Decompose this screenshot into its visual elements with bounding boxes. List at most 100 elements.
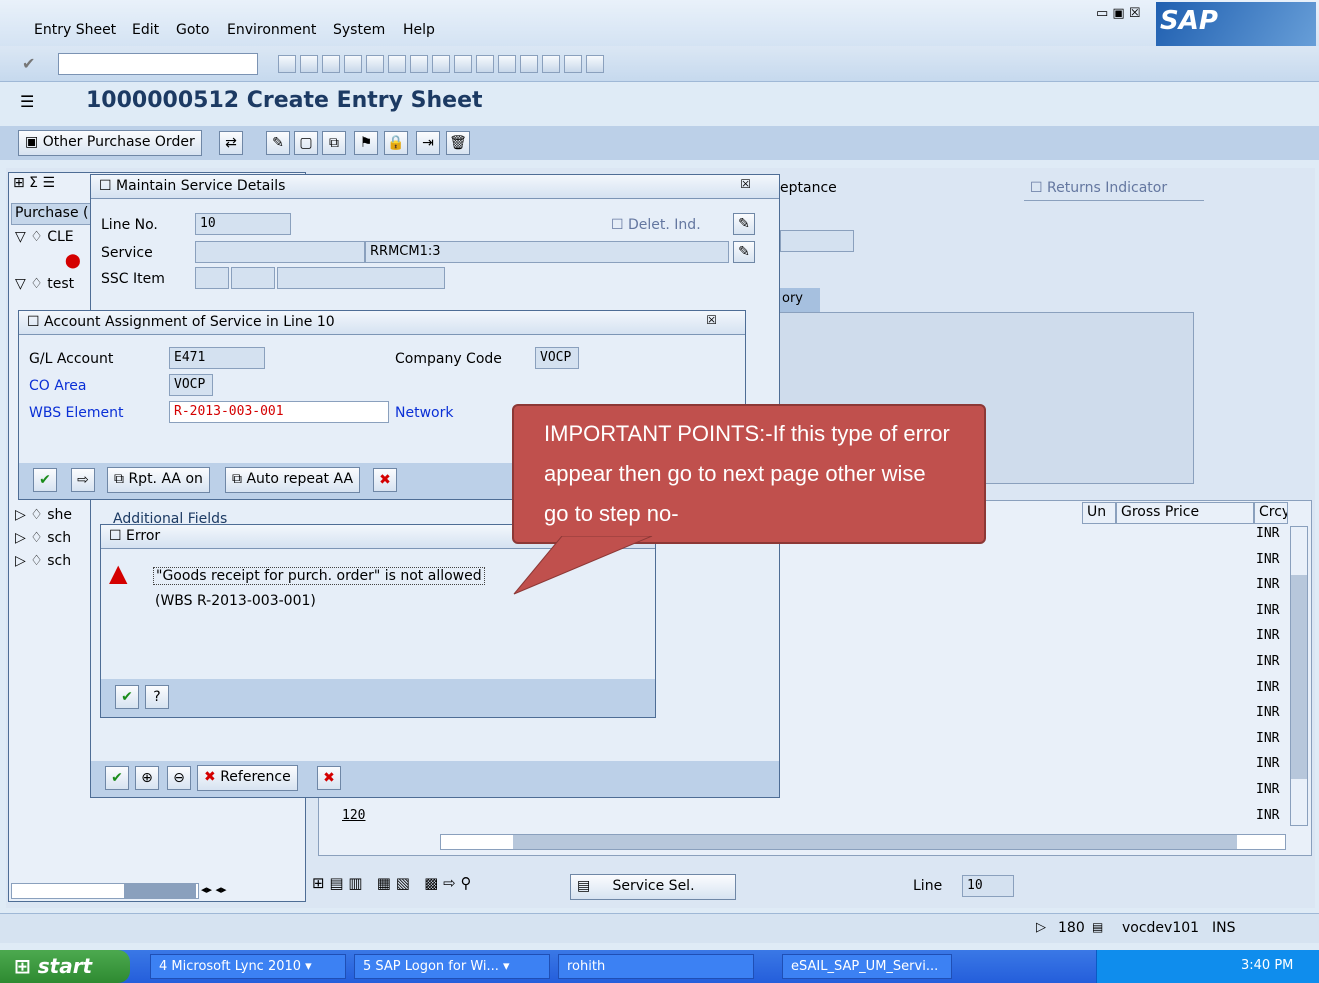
tab-history[interactable]: ory bbox=[776, 288, 820, 312]
crcy-cell: INR bbox=[1256, 602, 1280, 618]
gl-account-field[interactable]: E471 bbox=[169, 347, 265, 369]
menu-entry-sheet[interactable]: Entry Sheet bbox=[34, 22, 116, 38]
confirm-icon[interactable]: ✔ bbox=[105, 766, 129, 790]
back-icon[interactable] bbox=[300, 55, 318, 73]
bg-field[interactable] bbox=[780, 230, 854, 252]
edit-service-icon[interactable]: ✎ bbox=[733, 241, 755, 263]
close-icon[interactable]: ☒ bbox=[740, 177, 751, 191]
task-sap-logon[interactable]: 5 SAP Logon for Wi... ▾ bbox=[354, 954, 550, 979]
find-next-icon[interactable] bbox=[410, 55, 428, 73]
first-page-icon[interactable] bbox=[432, 55, 450, 73]
print-icon[interactable] bbox=[366, 55, 384, 73]
service-sel-label: Service Sel. bbox=[612, 878, 695, 894]
network-label[interactable]: Network bbox=[395, 405, 453, 421]
copy-icon[interactable]: ⧉ bbox=[322, 131, 346, 155]
company-code-label: Company Code bbox=[395, 351, 502, 367]
purchase-column-header: Purchase ( bbox=[11, 203, 97, 225]
prev-page-icon[interactable] bbox=[454, 55, 472, 73]
service-value-field[interactable]: RRMCM1:3 bbox=[365, 241, 729, 263]
confirm-icon[interactable]: ✔ bbox=[115, 685, 139, 709]
company-code-field[interactable]: VOCP bbox=[535, 347, 579, 369]
next-page-icon[interactable] bbox=[476, 55, 494, 73]
menu-help[interactable]: Help bbox=[403, 22, 435, 38]
cancel-icon[interactable]: ✖ bbox=[317, 766, 341, 790]
wbs-element-label[interactable]: WBS Element bbox=[29, 405, 124, 421]
cancel-icon[interactable] bbox=[344, 55, 362, 73]
exit-icon[interactable] bbox=[322, 55, 340, 73]
grid-hscrollbar[interactable] bbox=[440, 834, 1286, 850]
shortcut-icon[interactable] bbox=[542, 55, 560, 73]
line-field[interactable]: 10 bbox=[962, 875, 1014, 897]
error-dialog-title: Error bbox=[126, 528, 161, 544]
edit-text-icon[interactable]: ✎ bbox=[733, 213, 755, 235]
next-icon[interactable]: ⇨ bbox=[71, 468, 95, 492]
service-field[interactable] bbox=[195, 241, 365, 263]
task-esail[interactable]: eSAIL_SAP_UM_Servi... bbox=[782, 954, 952, 979]
tree-node-sch-1[interactable]: ▷ ♢ sch bbox=[15, 530, 71, 546]
flag-icon[interactable]: ⚑ bbox=[354, 131, 378, 155]
tree-node-she[interactable]: ▷ ♢ she bbox=[15, 507, 72, 523]
delet-ind-checkbox[interactable]: ☐ Delet. Ind. bbox=[611, 217, 701, 233]
new-session-icon[interactable] bbox=[520, 55, 538, 73]
ssc-field-2[interactable] bbox=[231, 267, 275, 289]
crcy-cell: INR bbox=[1256, 526, 1280, 541]
grid-vscrollbar[interactable] bbox=[1290, 526, 1308, 826]
auto-repeat-button[interactable]: ⧉ Auto repeat AA bbox=[225, 467, 361, 493]
command-field[interactable] bbox=[58, 53, 258, 75]
line-no-label: Line No. bbox=[101, 217, 158, 233]
status-mode: INS bbox=[1212, 920, 1236, 936]
tree-scroll-arrows[interactable]: ◂▸ ◂▸ bbox=[201, 883, 227, 896]
tree-toolbar-icons[interactable]: ⊞ Σ ☰ bbox=[13, 175, 55, 191]
save-icon[interactable] bbox=[278, 55, 296, 73]
menu-edit[interactable]: Edit bbox=[132, 22, 159, 38]
confirm-icon[interactable]: ✔ bbox=[33, 468, 57, 492]
rpt-aa-button[interactable]: ⧉ Rpt. AA on bbox=[107, 467, 210, 493]
tree-hscrollbar[interactable] bbox=[11, 883, 199, 899]
task-lync[interactable]: 4 Microsoft Lync 2010 ▾ bbox=[150, 954, 346, 979]
ssc-field-1[interactable] bbox=[195, 267, 229, 289]
tree-node-sch-2[interactable]: ▷ ♢ sch bbox=[15, 553, 71, 569]
status-number: 180 bbox=[1058, 920, 1085, 936]
error-status-icon: ⬤ bbox=[65, 253, 81, 269]
help-icon[interactable]: ? bbox=[145, 685, 169, 709]
grid-toolbar-icons[interactable]: ⊞ ▤ ▥ ▦ ▧ ▩ ⇨ ⚲ bbox=[312, 874, 471, 892]
menu-goto[interactable]: Goto bbox=[176, 22, 209, 38]
last-page-icon[interactable] bbox=[498, 55, 516, 73]
ssc-field-3[interactable] bbox=[277, 267, 445, 289]
wbs-element-field[interactable]: R-2013-003-001 bbox=[169, 401, 389, 423]
task-rohith[interactable]: rohith bbox=[558, 954, 754, 979]
lock-icon[interactable]: 🔒 bbox=[384, 131, 408, 155]
toggle-icon[interactable]: ⇄ bbox=[219, 131, 243, 155]
window-controls-icon[interactable]: ▭ ▣ ☒ bbox=[1096, 6, 1140, 21]
status-system-icon[interactable]: ▤ bbox=[1092, 920, 1103, 934]
start-button[interactable]: ⊞ start bbox=[0, 950, 130, 983]
returns-indicator-checkbox[interactable]: ☐ Returns Indicator bbox=[1030, 180, 1167, 196]
delete-entry-icon[interactable]: ⊖ bbox=[167, 766, 191, 790]
release-icon[interactable]: ⇥ bbox=[416, 131, 440, 155]
error-detail: (WBS R-2013-003-001) bbox=[155, 593, 316, 609]
close-icon[interactable]: ☒ bbox=[706, 313, 717, 327]
menu-environment[interactable]: Environment bbox=[227, 22, 316, 38]
status-play-icon[interactable]: ▷ bbox=[1036, 920, 1046, 935]
other-po-button[interactable]: ▣ Other Purchase Order bbox=[18, 130, 202, 156]
menu-bar: Entry Sheet Edit Goto Environment System… bbox=[0, 0, 1319, 80]
co-area-label[interactable]: CO Area bbox=[29, 378, 86, 394]
enter-icon[interactable]: ✔ bbox=[22, 54, 35, 73]
find-icon[interactable] bbox=[388, 55, 406, 73]
tree-node-sch-2-label: sch bbox=[47, 553, 72, 569]
new-entry-icon[interactable]: ⊕ bbox=[135, 766, 159, 790]
line-no-field[interactable]: 10 bbox=[195, 213, 291, 235]
tree-node-test[interactable]: ▽ ♢ test bbox=[15, 276, 74, 292]
co-area-field[interactable]: VOCP bbox=[169, 374, 213, 396]
tree-node-cle[interactable]: ▽ ♢ CLE bbox=[15, 229, 74, 245]
layout-icon[interactable] bbox=[586, 55, 604, 73]
application-toolbar: ▣ Other Purchase Order ⇄ ✎ ▢ ⧉ ⚑ 🔒 ⇥ 🗑 bbox=[0, 126, 1319, 160]
service-sel-button[interactable]: ▤ Service Sel. bbox=[570, 874, 736, 900]
edit-icon[interactable]: ✎ bbox=[266, 131, 290, 155]
menu-system[interactable]: System bbox=[333, 22, 385, 38]
delete-icon[interactable]: 🗑 bbox=[446, 131, 470, 155]
help-icon[interactable] bbox=[564, 55, 582, 73]
create-icon[interactable]: ▢ bbox=[294, 131, 318, 155]
reference-button[interactable]: ✖ Reference bbox=[197, 765, 298, 791]
cancel-icon[interactable]: ✖ bbox=[373, 468, 397, 492]
